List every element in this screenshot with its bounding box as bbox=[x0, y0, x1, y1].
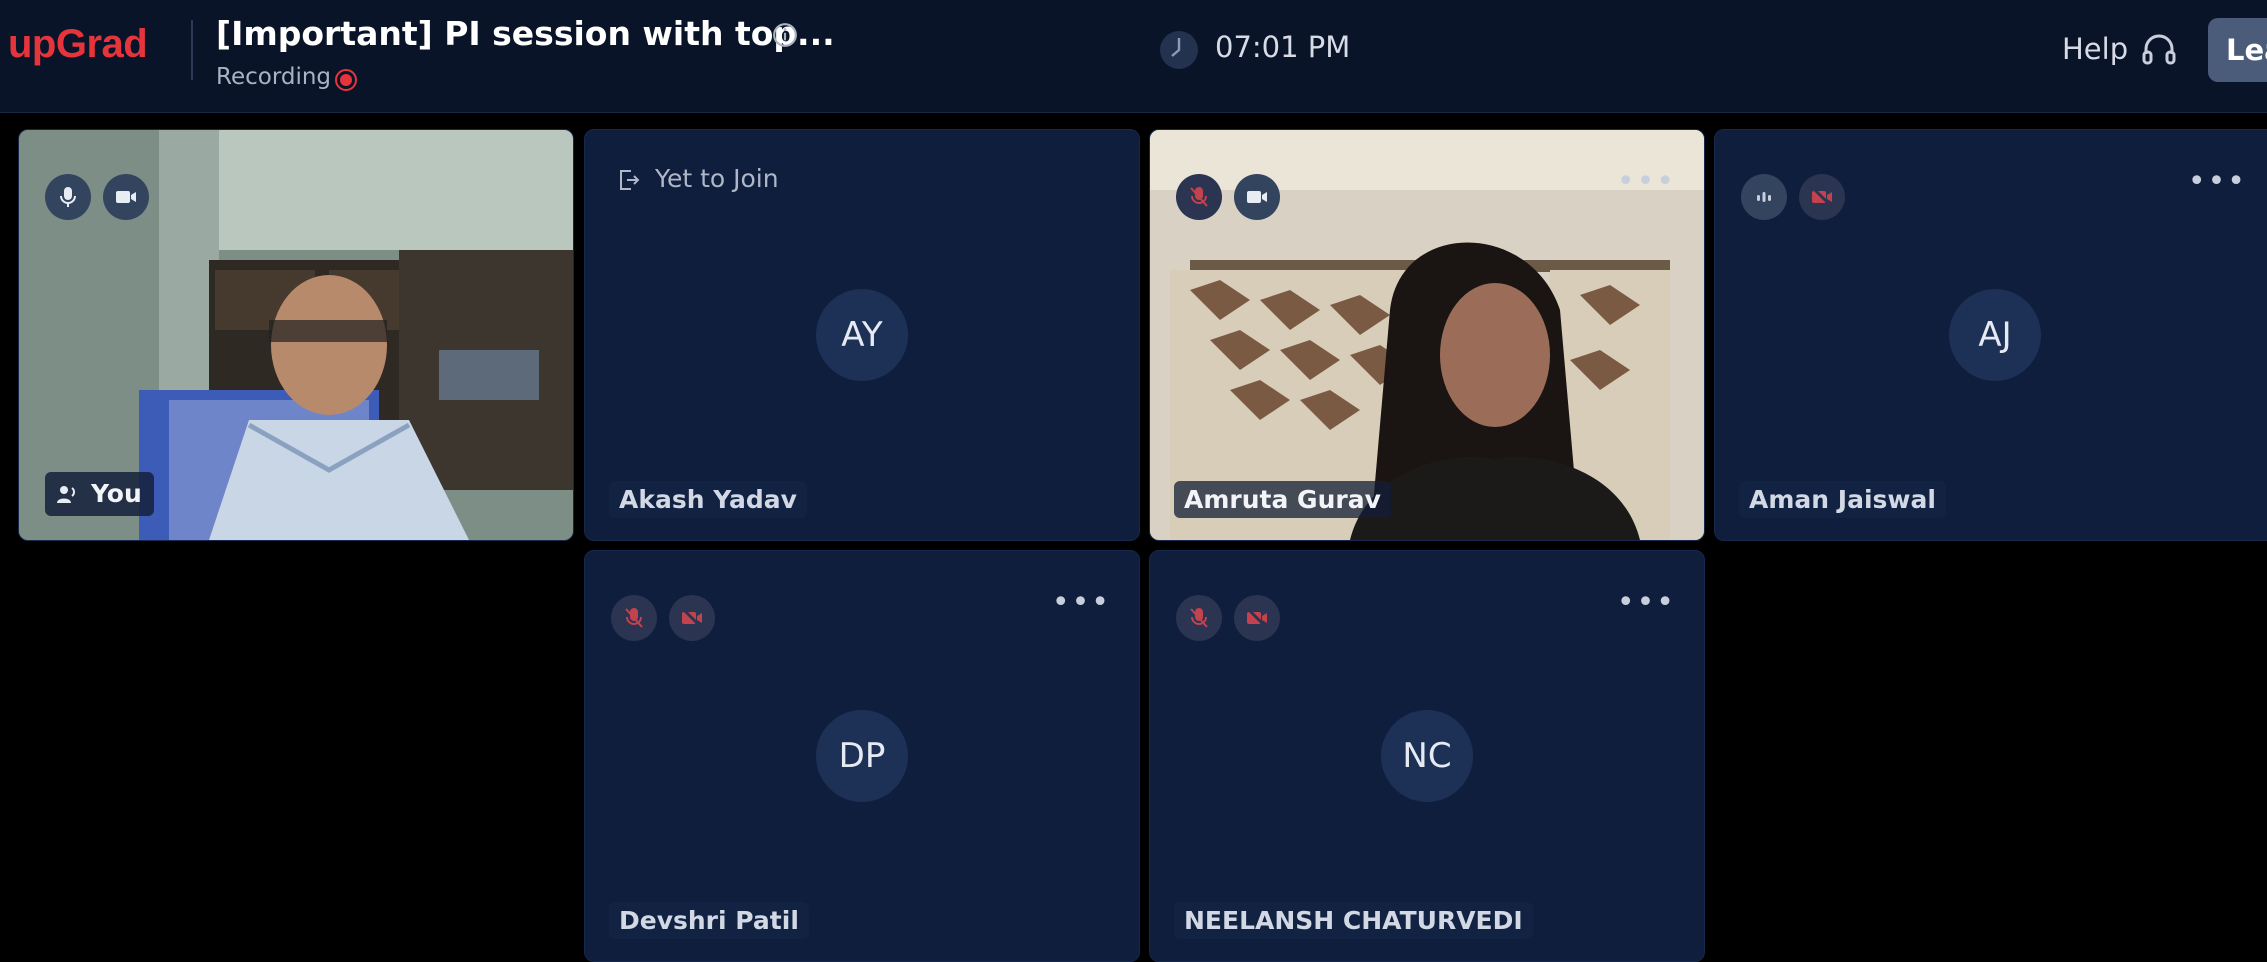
mic-off-icon bbox=[625, 608, 643, 628]
mic-icon bbox=[60, 187, 76, 207]
participant-tile-amruta-gurav[interactable]: ••• Amruta Gurav bbox=[1149, 129, 1705, 541]
more-options-icon[interactable]: ••• bbox=[2188, 164, 2247, 199]
participant-name: Aman Jaiswal bbox=[1739, 481, 1946, 518]
session-title: [Important] PI session with top... bbox=[216, 14, 835, 53]
participant-name: Akash Yadav bbox=[609, 481, 807, 518]
camera-on-indicator bbox=[1234, 174, 1280, 220]
camera-off-icon bbox=[1246, 607, 1268, 629]
info-icon[interactable] bbox=[772, 22, 798, 48]
camera-off-indicator bbox=[1799, 174, 1845, 220]
header-divider bbox=[191, 20, 193, 80]
participant-tile-akash-yadav[interactable]: Yet to Join AY Akash Yadav bbox=[584, 129, 1140, 541]
camera-icon bbox=[116, 191, 136, 203]
self-name-tag: You bbox=[45, 472, 154, 516]
avatar: DP bbox=[816, 710, 908, 802]
camera-off-icon bbox=[681, 607, 703, 629]
avatar: AJ bbox=[1949, 289, 2041, 381]
mic-off-icon bbox=[1190, 608, 1208, 628]
participant-tile-aman-jaiswal[interactable]: ••• AJ Aman Jaiswal bbox=[1714, 129, 2267, 541]
meeting-clock: 07:01 PM bbox=[1215, 30, 1351, 64]
speaking-indicator bbox=[1741, 174, 1787, 220]
participant-name: NEELANSH CHATURVEDI bbox=[1174, 902, 1533, 939]
status-label: Yet to Join bbox=[655, 164, 779, 193]
session-info: [Important] PI session with top... Recor… bbox=[216, 14, 835, 91]
more-options-icon[interactable]: ••• bbox=[1617, 164, 1676, 199]
participant-name: Amruta Gurav bbox=[1174, 481, 1391, 518]
more-options-icon[interactable]: ••• bbox=[1052, 585, 1111, 620]
clock-icon bbox=[1160, 31, 1198, 69]
headset-icon[interactable] bbox=[2139, 30, 2179, 70]
recording-indicator: Recording bbox=[216, 64, 357, 91]
exit-door-icon bbox=[620, 170, 640, 190]
upgrad-logo: upGrad bbox=[8, 22, 148, 66]
self-name: You bbox=[91, 479, 142, 508]
participant-tile-neelansh-chaturvedi[interactable]: ••• NC NEELANSH CHATURVEDI bbox=[1149, 550, 1705, 962]
recording-label: Recording bbox=[216, 64, 332, 90]
mic-muted-indicator bbox=[1176, 174, 1222, 220]
leave-button[interactable]: Leave bbox=[2208, 18, 2267, 82]
speaker-person-icon bbox=[57, 486, 75, 503]
meeting-header: upGrad [Important] PI session with top..… bbox=[0, 0, 2267, 113]
participant-tile-devshri-patil[interactable]: ••• DP Devshri Patil bbox=[584, 550, 1140, 962]
camera-off-indicator bbox=[669, 595, 715, 641]
record-dot-icon bbox=[335, 69, 357, 91]
avatar: NC bbox=[1381, 710, 1473, 802]
audio-level-icon bbox=[1757, 192, 1771, 202]
camera-on-button[interactable] bbox=[103, 174, 149, 220]
camera-off-icon bbox=[1811, 186, 1833, 208]
camera-icon bbox=[1247, 191, 1267, 203]
camera-off-indicator bbox=[1234, 595, 1280, 641]
mic-on-button[interactable] bbox=[45, 174, 91, 220]
avatar: AY bbox=[816, 289, 908, 381]
mic-off-icon bbox=[1190, 187, 1208, 207]
participant-name: Devshri Patil bbox=[609, 902, 809, 939]
mic-muted-indicator bbox=[1176, 595, 1222, 641]
yet-to-join-status: Yet to Join bbox=[620, 164, 779, 193]
participant-tile-self[interactable]: You bbox=[18, 129, 574, 541]
help-button[interactable]: Help bbox=[2062, 32, 2128, 66]
more-options-icon[interactable]: ••• bbox=[1617, 585, 1676, 620]
mic-muted-indicator bbox=[611, 595, 657, 641]
